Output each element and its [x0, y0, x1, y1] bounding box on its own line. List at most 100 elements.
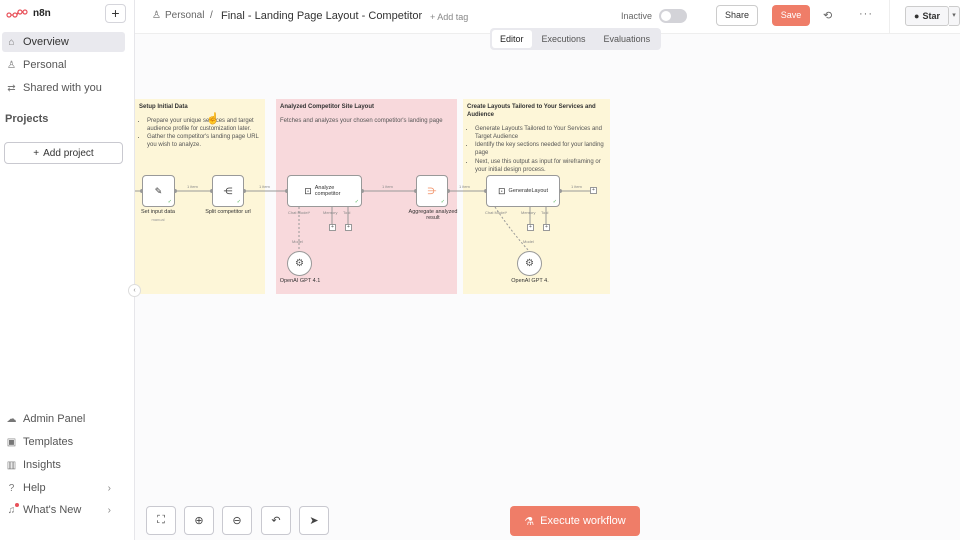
create-button[interactable]: + — [105, 4, 126, 23]
node-label: OpenAI GPT 4. — [511, 278, 549, 284]
robot-icon: ⊡ — [304, 185, 312, 196]
port-label-memory: Memory — [323, 210, 338, 215]
wire-item-count: 1 item — [382, 184, 393, 189]
projects-title: Projects — [5, 113, 49, 125]
node-label: OpenAI GPT 4.1 — [279, 278, 321, 284]
wire-item-count: 1 item — [259, 184, 270, 189]
chevron-right-icon: › — [107, 482, 111, 494]
sidebar: n8n + ⌂ Overview ♙ Personal ⇄ Shared wit… — [0, 0, 135, 540]
success-check-icon: ✓ — [440, 199, 445, 205]
sidebar-item-overview[interactable]: ⌂ Overview — [2, 32, 125, 52]
notification-dot — [15, 503, 19, 507]
sidebar-item-personal[interactable]: ♙ Personal — [2, 55, 125, 75]
zoom-in-button[interactable]: ⊕ — [184, 506, 214, 535]
add-memory-button[interactable]: + — [527, 224, 534, 231]
openai-icon[interactable]: ⚙ — [517, 251, 542, 276]
active-toggle[interactable] — [659, 9, 687, 23]
more-options-icon[interactable]: ··· — [859, 8, 873, 20]
aggregate-icon: ⋺ — [427, 185, 437, 196]
openai-icon[interactable]: ⚙ — [287, 251, 312, 276]
chart-icon: ▥ — [6, 459, 17, 471]
cloud-icon: ☁ — [6, 413, 17, 425]
github-star-button[interactable]: ● Star — [905, 6, 949, 26]
port-label-memory: Memory — [521, 210, 536, 215]
header-divider — [889, 0, 890, 34]
sidebar-item-admin-panel[interactable]: ☁ Admin Panel — [2, 409, 125, 429]
wire-item-count: 1 item — [187, 184, 198, 189]
share-icon: ⇄ — [7, 82, 16, 94]
wire-item-count: 1 item — [571, 184, 582, 189]
connection-lines — [135, 189, 590, 253]
add-tag-link[interactable]: + Add tag — [430, 12, 468, 22]
success-check-icon: ✓ — [552, 199, 557, 205]
split-icon: ⋲ — [223, 185, 233, 196]
sidebar-item-label: Overview — [23, 36, 69, 48]
sidebar-item-label: Personal — [23, 59, 67, 71]
flask-icon: ⚗ — [524, 515, 535, 528]
node-label: Aggregate analyzed result — [408, 209, 458, 221]
home-icon: ⌂ — [8, 36, 15, 48]
zoom-out-button[interactable]: ⊖ — [222, 506, 252, 535]
zoom-in-icon: ⊕ — [194, 515, 204, 527]
sidebar-item-label: Shared with you — [23, 82, 102, 94]
status-label: Inactive — [621, 11, 653, 21]
node-generate-layout[interactable]: ⊡ GenerateLayout ✓ — [486, 175, 560, 207]
port-label-model: Model — [292, 239, 303, 244]
add-tool-button[interactable]: + — [543, 224, 550, 231]
success-check-icon: ✓ — [167, 199, 172, 205]
chevron-right-icon: › — [107, 504, 111, 516]
node-analyze-competitor[interactable]: ⊡ Analyze competitor ✓ — [287, 175, 362, 207]
undo-icon: ↶ — [271, 515, 281, 527]
history-icon[interactable]: ⟲ — [823, 9, 832, 22]
sidebar-item-whats-new[interactable]: ♫ What's New › — [2, 500, 125, 520]
workflow-canvas[interactable]: Setup Initial Data Prepare your unique s… — [128, 34, 960, 540]
box-icon: ▣ — [6, 436, 17, 448]
port-label-chat-model: Chat Model* — [485, 210, 508, 215]
sidebar-item-templates[interactable]: ▣ Templates — [2, 432, 125, 452]
port-label-chat-model: Chat Model* — [288, 210, 311, 215]
tidy-up-button[interactable]: ➤ — [299, 506, 329, 535]
success-check-icon: ✓ — [354, 199, 359, 205]
app-name: n8n — [33, 8, 51, 19]
share-button[interactable]: Share — [716, 5, 758, 26]
port-label-tool: Tool — [541, 210, 549, 215]
add-node-button[interactable]: + — [590, 187, 597, 194]
node-split-url[interactable]: ⋲ ✓ — [212, 175, 244, 207]
port-label-model: Model — [523, 239, 534, 244]
success-check-icon: ✓ — [236, 199, 241, 205]
breadcrumb[interactable]: ♙ Personal — [152, 10, 204, 21]
n8n-logo-icon — [6, 8, 28, 18]
plus-icon: + — [33, 147, 40, 159]
node-aggregate[interactable]: ⋺ ✓ — [416, 175, 448, 207]
add-memory-button[interactable]: + — [329, 224, 336, 231]
node-label: Split competitor url — [205, 209, 251, 215]
help-icon: ? — [8, 482, 15, 494]
pencil-icon: ✎ — [154, 185, 163, 196]
node-label: Set input data — [141, 209, 175, 215]
chevron-down-icon[interactable]: ▾ — [949, 6, 960, 26]
breadcrumb-separator: / — [210, 10, 213, 21]
port-label-tool: Tool — [343, 210, 351, 215]
github-icon: ● — [914, 11, 920, 21]
sidebar-item-shared[interactable]: ⇄ Shared with you — [2, 78, 125, 98]
sidebar-item-insights[interactable]: ▥ Insights — [2, 455, 125, 475]
wire-item-count: 1 item — [459, 184, 470, 189]
mouse-cursor-icon: ☝ — [206, 113, 220, 125]
magic-wand-icon: ➤ — [309, 515, 319, 527]
user-icon: ♙ — [152, 10, 161, 21]
zoom-out-icon: ⊖ — [232, 515, 242, 527]
execute-workflow-button[interactable]: ⚗ Execute workflow — [510, 506, 640, 536]
add-tool-button[interactable]: + — [345, 224, 352, 231]
workflow-title[interactable]: Final - Landing Page Layout - Competitor — [221, 10, 422, 22]
fit-view-button[interactable]: ⛶ — [146, 506, 176, 535]
n8n-logo[interactable]: n8n — [6, 8, 51, 19]
node-set-input[interactable]: ✎ ✓ — [142, 175, 175, 207]
add-project-button[interactable]: + Add project — [4, 142, 123, 164]
collapse-sidebar-icon[interactable]: ‹ — [128, 284, 141, 297]
save-button[interactable]: Save — [772, 5, 810, 26]
node-sublabel: manual — [151, 217, 165, 222]
user-icon: ♙ — [7, 59, 16, 71]
fit-view-icon: ⛶ — [157, 514, 165, 526]
sidebar-item-help[interactable]: ? Help › — [2, 478, 125, 498]
undo-button[interactable]: ↶ — [261, 506, 291, 535]
